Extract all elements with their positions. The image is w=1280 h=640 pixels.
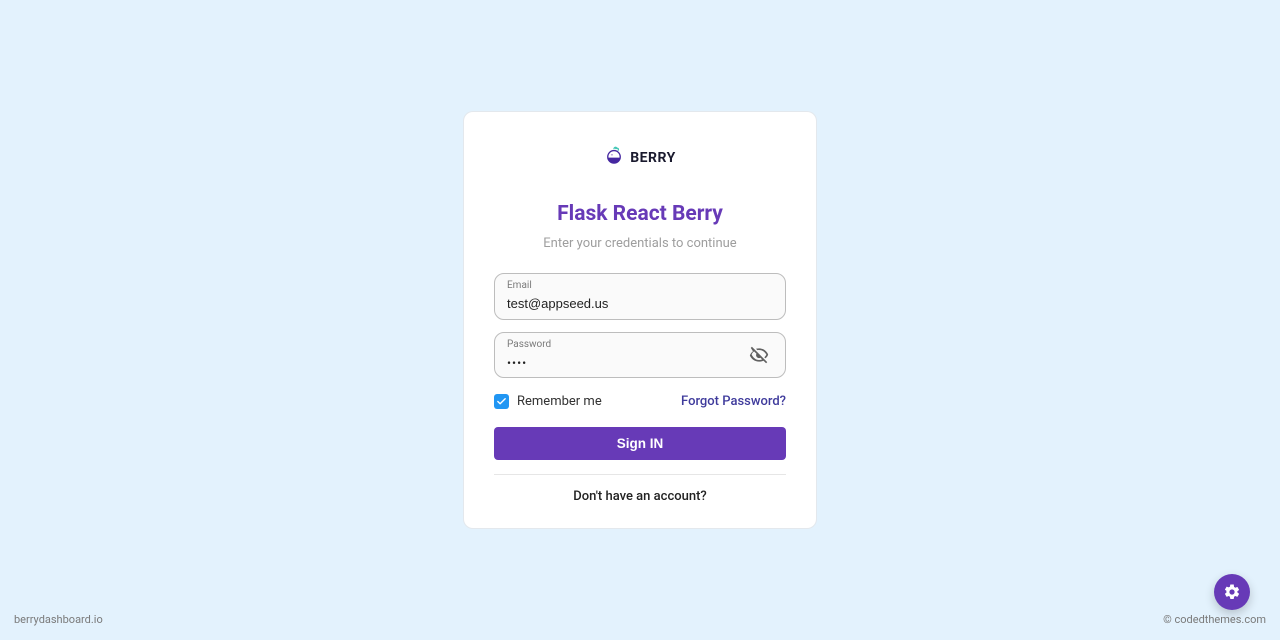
divider <box>494 474 786 475</box>
password-input[interactable]: •••• <box>507 356 527 370</box>
signup-link[interactable]: Don't have an account? <box>573 489 706 504</box>
page-subtitle: Enter your credentials to continue <box>543 236 736 251</box>
footer-right-text: © codedthemes.com <box>1163 613 1266 626</box>
gear-icon <box>1223 583 1241 601</box>
password-field-wrapper[interactable]: Password •••• <box>494 332 786 379</box>
password-label: Password <box>507 339 745 351</box>
visibility-off-icon[interactable] <box>745 341 773 369</box>
remember-row: Remember me Forgot Password? <box>494 394 786 409</box>
berry-icon <box>604 146 624 170</box>
sign-in-button[interactable]: Sign IN <box>494 427 786 460</box>
check-icon <box>496 396 507 407</box>
settings-fab[interactable] <box>1214 574 1250 610</box>
footer-left-link[interactable]: berrydashboard.io <box>14 613 103 626</box>
email-input[interactable] <box>507 295 773 313</box>
login-card: BERRY Flask React Berry Enter your crede… <box>463 111 817 530</box>
brand-name: BERRY <box>630 150 676 166</box>
forgot-password-link[interactable]: Forgot Password? <box>681 394 786 409</box>
page-title: Flask React Berry <box>557 202 723 226</box>
email-label: Email <box>507 280 773 292</box>
remember-label: Remember me <box>517 394 602 409</box>
brand-logo: BERRY <box>604 146 676 170</box>
email-field-wrapper[interactable]: Email <box>494 273 786 320</box>
remember-checkbox[interactable] <box>494 394 509 409</box>
